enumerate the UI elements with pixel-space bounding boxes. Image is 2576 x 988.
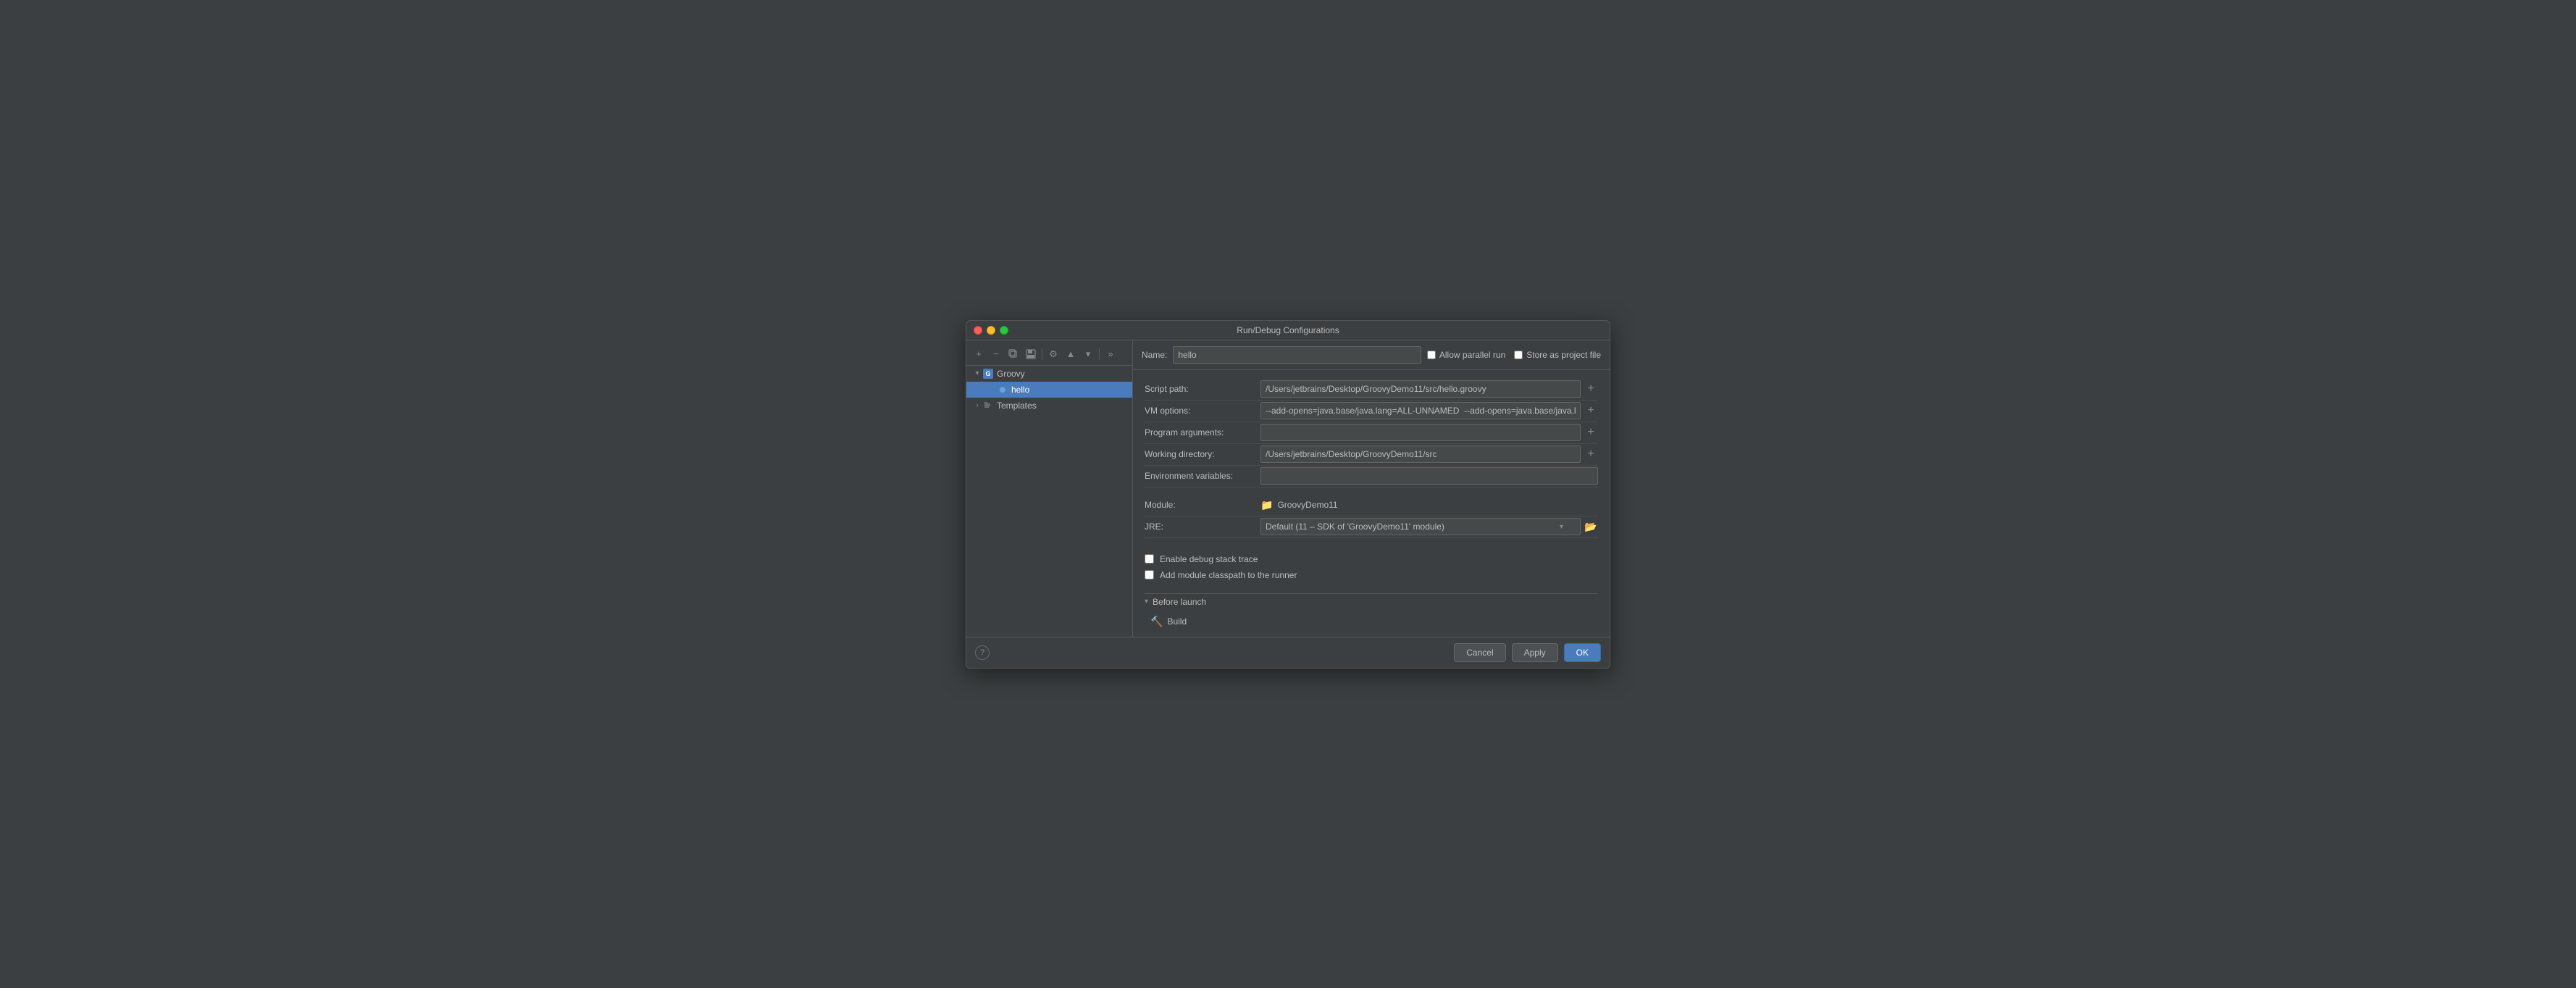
- name-label: Name:: [1142, 350, 1167, 360]
- program-args-input[interactable]: [1260, 424, 1581, 441]
- name-right: Allow parallel run Store as project file: [1427, 350, 1601, 360]
- env-vars-control: [1260, 467, 1598, 485]
- script-path-control: +: [1260, 380, 1598, 398]
- form-fields: Script path: + VM options: + P: [1133, 370, 1610, 547]
- vm-options-expand-button[interactable]: +: [1584, 403, 1598, 418]
- maximize-button[interactable]: [1000, 326, 1008, 335]
- build-item: 🔨 Build: [1145, 613, 1598, 631]
- cancel-button[interactable]: Cancel: [1454, 643, 1505, 662]
- dialog-title: Run/Debug Configurations: [975, 325, 1601, 335]
- debug-stack-checkbox[interactable]: [1145, 554, 1154, 564]
- main-panel: Name: Allow parallel run Store as projec…: [1133, 340, 1610, 637]
- env-vars-row: Environment variables:: [1145, 466, 1598, 487]
- vm-options-label: VM options:: [1145, 403, 1260, 419]
- remove-config-button[interactable]: −: [988, 346, 1004, 362]
- settings-button[interactable]: ⚙: [1045, 346, 1061, 362]
- add-config-button[interactable]: +: [971, 346, 987, 362]
- close-button[interactable]: [974, 326, 982, 335]
- groovy-icon: G: [982, 368, 994, 380]
- apply-button[interactable]: Apply: [1512, 643, 1558, 662]
- before-launch-label: Before launch: [1153, 597, 1206, 607]
- build-icon: 🔨: [1150, 616, 1163, 628]
- allow-parallel-label[interactable]: Allow parallel run: [1427, 350, 1505, 360]
- program-args-row: Program arguments: +: [1145, 422, 1598, 444]
- module-classpath-row[interactable]: Add module classpath to the runner: [1145, 570, 1598, 580]
- bottom-bar: ? Cancel Apply OK: [966, 637, 1610, 668]
- sidebar-toolbar: + − ⚙ ▲ ▾: [966, 343, 1132, 366]
- toolbar-separator2: [1099, 348, 1100, 360]
- working-dir-input[interactable]: [1260, 445, 1581, 463]
- minimize-button[interactable]: [987, 326, 995, 335]
- program-args-label: Program arguments:: [1145, 424, 1260, 440]
- ok-button[interactable]: OK: [1564, 643, 1601, 662]
- traffic-lights: [974, 326, 1008, 335]
- copy-config-button[interactable]: [1005, 346, 1021, 362]
- module-label: Module:: [1145, 497, 1260, 513]
- build-label: Build: [1167, 616, 1187, 627]
- spacer: [1145, 487, 1598, 495]
- name-input[interactable]: [1173, 346, 1421, 364]
- help-button[interactable]: ?: [975, 645, 990, 660]
- sidebar: + − ⚙ ▲ ▾: [966, 340, 1133, 637]
- working-dir-label: Working directory:: [1145, 446, 1260, 462]
- run-debug-dialog: Run/Debug Configurations + −: [966, 320, 1610, 669]
- working-dir-expand-button[interactable]: +: [1584, 447, 1598, 461]
- script-path-row: Script path: +: [1145, 379, 1598, 401]
- jre-row: JRE: Default (11 – SDK of 'GroovyDemo11'…: [1145, 516, 1598, 538]
- before-launch-chevron: ▾: [1145, 598, 1148, 606]
- module-classpath-label: Add module classpath to the runner: [1160, 570, 1297, 580]
- module-control: 📁 GroovyDemo11: [1260, 499, 1598, 511]
- env-vars-input[interactable]: [1260, 467, 1598, 485]
- move-down-button[interactable]: ▾: [1080, 346, 1096, 362]
- jre-browse-button[interactable]: 📂: [1584, 519, 1598, 534]
- module-row: Module: 📁 GroovyDemo11: [1145, 495, 1598, 516]
- save-config-button[interactable]: [1023, 346, 1039, 362]
- jre-label: JRE:: [1145, 519, 1260, 535]
- working-dir-control: +: [1260, 445, 1598, 463]
- script-path-label: Script path:: [1145, 381, 1260, 397]
- store-as-project-checkbox[interactable]: [1514, 351, 1523, 359]
- module-folder-icon: 📁: [1260, 499, 1273, 511]
- templates-label: Templates: [997, 401, 1037, 411]
- groovy-label: Groovy: [997, 369, 1025, 379]
- before-launch-section: ▾ Before launch 🔨 Build: [1133, 587, 1610, 637]
- dialog-body: + − ⚙ ▲ ▾: [966, 340, 1610, 637]
- vm-options-row: VM options: +: [1145, 401, 1598, 422]
- script-path-input[interactable]: [1260, 380, 1581, 398]
- jre-control: Default (11 – SDK of 'GroovyDemo11' modu…: [1260, 518, 1598, 535]
- before-launch-header: ▾ Before launch: [1145, 593, 1598, 610]
- module-classpath-checkbox[interactable]: [1145, 570, 1154, 579]
- sidebar-item-hello[interactable]: hello: [966, 382, 1132, 398]
- vm-options-input[interactable]: [1260, 402, 1581, 419]
- title-bar: Run/Debug Configurations: [966, 321, 1610, 340]
- move-up-button[interactable]: ▲: [1063, 346, 1079, 362]
- working-dir-row: Working directory: +: [1145, 444, 1598, 466]
- name-left: Name:: [1142, 346, 1421, 364]
- hello-label: hello: [1011, 385, 1029, 395]
- groovy-chevron: ▾: [972, 369, 982, 377]
- hello-icon: [997, 384, 1008, 395]
- store-as-project-label[interactable]: Store as project file: [1514, 350, 1601, 360]
- debug-stack-row[interactable]: Enable debug stack trace: [1145, 554, 1598, 564]
- env-vars-label: Environment variables:: [1145, 468, 1260, 484]
- templates-icon: [982, 400, 994, 411]
- jre-select[interactable]: Default (11 – SDK of 'GroovyDemo11' modu…: [1260, 518, 1581, 535]
- sidebar-item-groovy[interactable]: ▾ G Groovy: [966, 366, 1132, 382]
- jre-select-wrapper: Default (11 – SDK of 'GroovyDemo11' modu…: [1260, 518, 1581, 535]
- allow-parallel-checkbox[interactable]: [1427, 351, 1436, 359]
- templates-chevron: ›: [972, 401, 982, 409]
- vm-options-control: +: [1260, 402, 1598, 419]
- sidebar-item-templates[interactable]: › Templates: [966, 398, 1132, 414]
- module-value: GroovyDemo11: [1277, 500, 1337, 510]
- name-bar: Name: Allow parallel run Store as projec…: [1133, 340, 1610, 370]
- module-display: 📁 GroovyDemo11: [1260, 499, 1338, 511]
- debug-stack-label: Enable debug stack trace: [1160, 554, 1258, 564]
- expand-button[interactable]: »: [1103, 346, 1118, 362]
- program-args-expand-button[interactable]: +: [1584, 425, 1598, 440]
- checkboxes-section: Enable debug stack trace Add module clas…: [1133, 547, 1610, 587]
- script-path-expand-button[interactable]: +: [1584, 382, 1598, 396]
- program-args-control: +: [1260, 424, 1598, 441]
